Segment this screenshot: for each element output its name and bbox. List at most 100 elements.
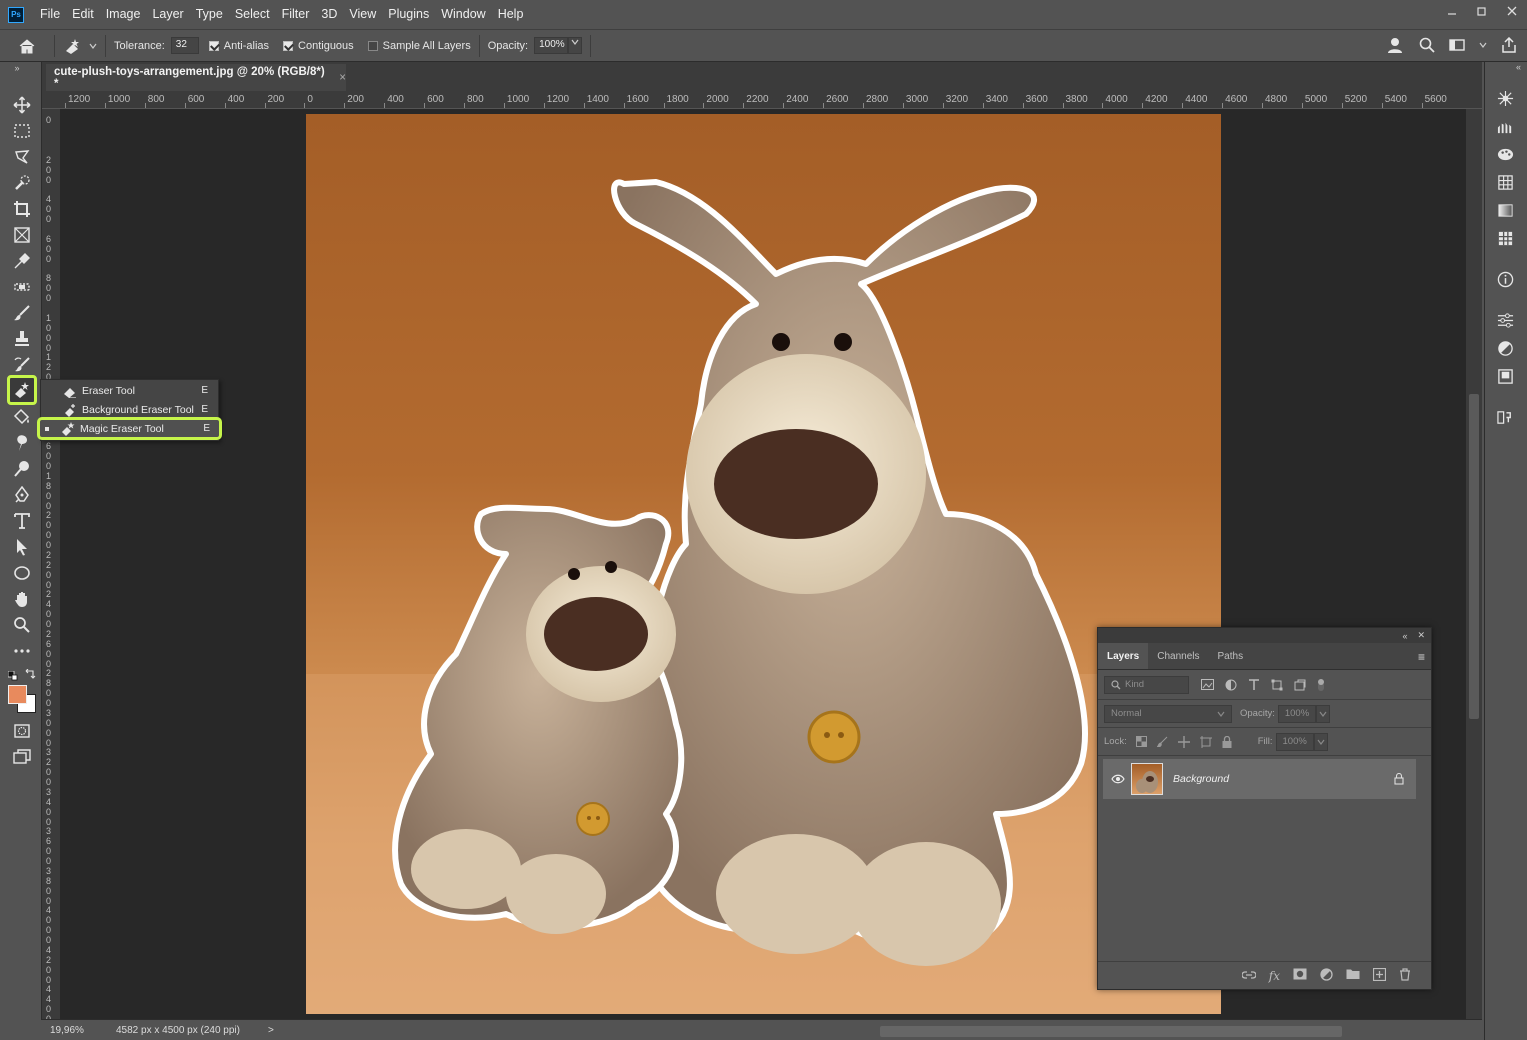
history-brush-tool[interactable]: [11, 354, 33, 376]
blur-smudge-tool[interactable]: [11, 432, 33, 454]
layer-name[interactable]: Background: [1173, 773, 1229, 785]
eraser-tool-active[interactable]: [7, 375, 37, 405]
horizontal-scrollbar-thumb[interactable]: [880, 1026, 1342, 1037]
path-selection-tool[interactable]: [11, 536, 33, 558]
link-layers-icon[interactable]: [1241, 969, 1257, 983]
zoom-level[interactable]: 19,96%: [42, 1025, 96, 1036]
collapse-dock-button[interactable]: «: [1516, 62, 1521, 72]
tab-layers[interactable]: Layers: [1098, 643, 1149, 669]
crop-tool[interactable]: [11, 198, 33, 220]
tool-preset-picker[interactable]: [63, 37, 97, 55]
close-window-button[interactable]: [1497, 0, 1527, 22]
horizontal-scrollbar[interactable]: [282, 1022, 1462, 1038]
minimize-button[interactable]: [1437, 0, 1467, 22]
anti-alias-checkbox[interactable]: [208, 40, 219, 51]
share-user-icon[interactable]: [1387, 36, 1405, 54]
tab-channels[interactable]: Channels: [1148, 643, 1208, 669]
filter-pixel-icon[interactable]: [1201, 679, 1214, 690]
filter-shape-icon[interactable]: [1271, 679, 1283, 691]
vertical-scrollbar-thumb[interactable]: [1469, 394, 1479, 719]
screen-mode-button[interactable]: [11, 746, 33, 768]
opacity-input[interactable]: 100%: [534, 37, 569, 54]
menu-file[interactable]: File: [34, 0, 66, 29]
chevron-down-icon[interactable]: [1479, 41, 1487, 49]
document-tab[interactable]: cute-plush-toys-arrangement.jpg @ 20% (R…: [46, 64, 346, 91]
lock-position-icon[interactable]: [1177, 735, 1190, 748]
lock-all-icon[interactable]: [1222, 735, 1232, 748]
dock-color[interactable]: [1495, 144, 1515, 164]
layer-row-background[interactable]: Background: [1103, 759, 1416, 799]
lock-image-pixels-icon[interactable]: [1156, 736, 1168, 747]
ellipse-tool[interactable]: [11, 562, 33, 584]
menu-view[interactable]: View: [343, 0, 382, 29]
frame-tool[interactable]: [11, 224, 33, 246]
quick-selection-tool[interactable]: [11, 172, 33, 194]
share-icon[interactable]: [1501, 37, 1517, 53]
new-layer-icon[interactable]: [1372, 967, 1387, 984]
dock-swatches[interactable]: [1495, 172, 1515, 192]
type-tool[interactable]: [11, 510, 33, 532]
dock-history[interactable]: [1495, 407, 1515, 427]
dock-properties[interactable]: [1495, 310, 1515, 330]
move-tool[interactable]: [11, 94, 33, 116]
eye-visibility-icon[interactable]: [1111, 774, 1125, 784]
flyout-magic-eraser-tool[interactable]: Magic Eraser Tool E: [37, 417, 222, 440]
fill-input[interactable]: 100%: [1275, 732, 1314, 751]
restore-button[interactable]: [1467, 0, 1497, 22]
menu-window[interactable]: Window: [435, 0, 491, 29]
pen-tool[interactable]: [11, 484, 33, 506]
close-tab-icon[interactable]: ×: [339, 72, 346, 84]
filter-kind-dropdown[interactable]: Kind: [1104, 675, 1189, 694]
new-group-icon[interactable]: [1346, 968, 1360, 983]
vertical-scrollbar[interactable]: [1466, 109, 1482, 1019]
collapse-toolbar-button[interactable]: »: [6, 62, 28, 74]
paint-bucket-tool[interactable]: [11, 406, 33, 428]
filter-adjustment-icon[interactable]: [1225, 679, 1237, 691]
fx-icon[interactable]: fx: [1269, 969, 1280, 983]
menu-select[interactable]: Select: [229, 0, 276, 29]
add-mask-icon[interactable]: [1293, 968, 1307, 983]
layers-panel-titlebar[interactable]: « ✕: [1098, 628, 1431, 643]
dock-info[interactable]: [1495, 269, 1515, 289]
status-menu-arrow[interactable]: >: [268, 1025, 274, 1036]
menu-edit[interactable]: Edit: [66, 0, 100, 29]
foreground-color-swatch[interactable]: [8, 685, 27, 704]
dock-gradients[interactable]: [1495, 200, 1515, 220]
menu-type[interactable]: Type: [190, 0, 229, 29]
dock-histogram[interactable]: [1495, 116, 1515, 136]
layer-lock-icon[interactable]: [1394, 773, 1404, 785]
filter-toggle-icon[interactable]: [1317, 678, 1325, 692]
menu-plugins[interactable]: Plugins: [382, 0, 435, 29]
hand-tool[interactable]: [11, 588, 33, 610]
clone-stamp-tool[interactable]: [11, 328, 33, 350]
menu-filter[interactable]: Filter: [276, 0, 316, 29]
home-button[interactable]: [8, 38, 46, 54]
document-image[interactable]: [306, 114, 1221, 1014]
menu-help[interactable]: Help: [492, 0, 530, 29]
layer-opacity-dropdown[interactable]: [1315, 704, 1330, 723]
edit-toolbar-button[interactable]: [11, 640, 33, 662]
workspace-icon[interactable]: [1449, 37, 1465, 53]
dock-navigator[interactable]: [1495, 88, 1515, 108]
default-colors-button[interactable]: [7, 670, 18, 681]
lock-transparent-pixels-icon[interactable]: [1135, 736, 1147, 747]
filter-smart-object-icon[interactable]: [1294, 679, 1306, 691]
lock-artboard-icon[interactable]: [1199, 735, 1212, 748]
rectangular-marquee-tool[interactable]: [11, 120, 33, 142]
search-icon[interactable]: [1419, 37, 1435, 53]
dock-libraries[interactable]: [1495, 366, 1515, 386]
sample-all-layers-checkbox[interactable]: [367, 40, 378, 51]
blend-mode-dropdown[interactable]: Normal: [1104, 704, 1232, 723]
collapse-panel-icon[interactable]: «: [1402, 631, 1407, 641]
delete-layer-icon[interactable]: [1399, 967, 1411, 984]
opacity-dropdown[interactable]: [568, 37, 583, 54]
flyout-eraser-tool[interactable]: Eraser Tool E: [41, 381, 218, 400]
swap-colors-button[interactable]: [24, 668, 36, 684]
tab-paths[interactable]: Paths: [1209, 643, 1253, 669]
lasso-tool[interactable]: [11, 146, 33, 168]
close-panel-icon[interactable]: ✕: [1417, 630, 1425, 641]
menu-layer[interactable]: Layer: [146, 0, 189, 29]
spot-healing-tool[interactable]: [11, 276, 33, 298]
menu-image[interactable]: Image: [100, 0, 147, 29]
filter-type-icon[interactable]: [1248, 678, 1260, 691]
